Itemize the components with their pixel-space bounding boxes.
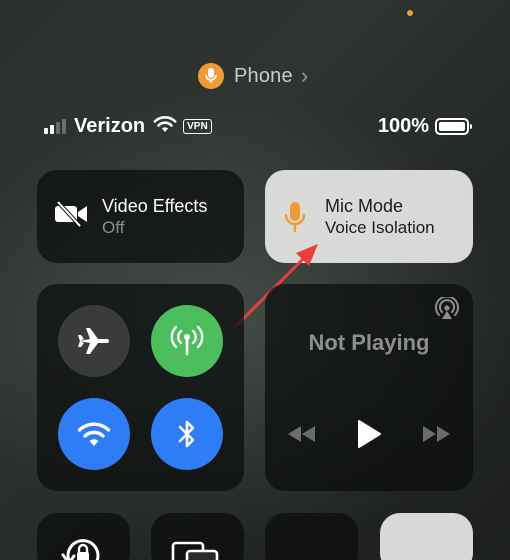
bluetooth-button[interactable]: [151, 398, 223, 470]
orientation-lock-button[interactable]: [37, 513, 130, 560]
airplane-icon: [78, 328, 109, 354]
play-icon[interactable]: [356, 420, 382, 453]
now-playing-title: Not Playing: [308, 330, 430, 355]
airplane-mode-button[interactable]: [58, 305, 130, 377]
control-tile[interactable]: [265, 513, 358, 560]
airplay-icon[interactable]: [435, 295, 459, 326]
brightness-slider[interactable]: [380, 513, 473, 560]
screen-mirroring-icon: [171, 541, 219, 560]
connectivity-tile: [37, 284, 244, 491]
orientation-lock-icon: [61, 539, 100, 560]
screen-mirroring-button[interactable]: [151, 513, 244, 560]
bluetooth-icon: [178, 420, 195, 448]
cellular-data-button[interactable]: [151, 305, 223, 377]
now-playing-tile[interactable]: Not Playing: [265, 284, 473, 491]
rewind-icon[interactable]: [287, 425, 317, 448]
wifi-icon: [77, 422, 111, 446]
cellular-antenna-icon: [170, 325, 204, 356]
fast-forward-icon[interactable]: [421, 425, 451, 448]
wifi-button[interactable]: [58, 398, 130, 470]
